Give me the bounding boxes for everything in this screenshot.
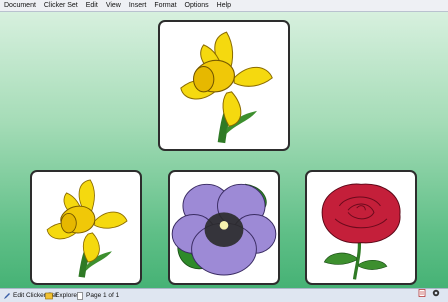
rose-image [321, 183, 401, 280]
pansy-card[interactable] [168, 170, 280, 285]
daffodil-card[interactable] [30, 170, 142, 285]
menu-edit[interactable]: Edit [82, 0, 102, 11]
explorer-button[interactable]: Explorer [45, 289, 79, 302]
tool-button-1[interactable] [418, 289, 426, 297]
menu-bar: Document Clicker Set Edit View Insert Fo… [0, 0, 448, 12]
page-icon [77, 291, 83, 300]
menu-options[interactable]: Options [181, 0, 213, 11]
tool-button-2[interactable] [432, 289, 440, 297]
clicker-page-canvas [0, 12, 448, 288]
explorer-icon [45, 292, 53, 299]
daffodil-image [46, 179, 128, 278]
settings-icon [432, 289, 440, 297]
pencil-icon [4, 292, 10, 299]
rose-card[interactable] [305, 170, 417, 285]
page-indicator: Page 1 of 1 [76, 289, 119, 302]
menu-view[interactable]: View [102, 0, 125, 11]
document-icon [418, 289, 426, 297]
menu-format[interactable]: Format [150, 0, 180, 11]
menu-clicker-set[interactable]: Clicker Set [40, 0, 82, 11]
daffodil-image [180, 31, 273, 144]
pansy-image [171, 183, 277, 276]
menu-document[interactable]: Document [0, 0, 40, 11]
page-label: Page 1 of 1 [86, 292, 120, 299]
menu-insert[interactable]: Insert [125, 0, 151, 11]
menu-help[interactable]: Help [213, 0, 235, 11]
status-bar: Edit Clicker Set Explorer Page 1 of 1 [0, 288, 448, 302]
daffodil-large-card[interactable] [158, 20, 290, 151]
